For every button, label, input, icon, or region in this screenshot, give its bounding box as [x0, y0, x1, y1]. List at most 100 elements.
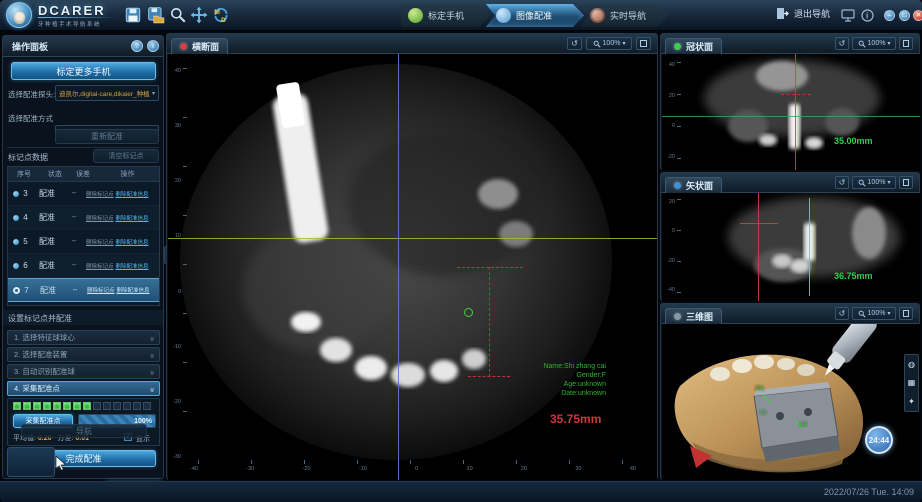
coronal-crosshair-vertical[interactable]	[795, 54, 796, 170]
minimize-button[interactable]: ‒	[884, 10, 895, 21]
re-register-button[interactable]: 重新配准	[55, 129, 159, 144]
delete-marker-link[interactable]: 删除标记点	[86, 238, 114, 246]
chevron-icon: »	[145, 388, 159, 392]
step-select-registration-device[interactable]: 2. 选择配准装置»	[7, 347, 160, 362]
coronal-view-panel: 冠状面 ↺ 100% ▾	[660, 33, 920, 170]
delete-registration-link[interactable]: 删除配准信息	[116, 190, 149, 198]
reset-view-icon[interactable]: ↺	[835, 37, 849, 50]
search-icon[interactable]	[169, 6, 187, 24]
table-row[interactable]: 4 配准 -- 删除标记点 删除配准信息	[8, 206, 159, 230]
table-row-selected[interactable]: 7 配准 -- 删除标记点 删除配准信息	[8, 278, 159, 302]
tab-image-registration[interactable]: 图像配准	[486, 4, 584, 27]
delete-registration-link[interactable]: 删除配准信息	[116, 262, 149, 270]
list-text: -10	[359, 466, 367, 472]
measurement-line-vertical[interactable]	[489, 267, 490, 377]
expand-view-icon[interactable]	[899, 37, 913, 50]
move-icon[interactable]	[190, 6, 208, 24]
countdown-value: 24:44	[869, 436, 889, 445]
target-point-marker[interactable]	[464, 308, 473, 317]
list-text: -20	[173, 399, 181, 405]
threed-title: 三维图	[686, 310, 713, 323]
markers-table: 序号 状态 误差 操作 3 配准 -- 删除标记点 删除配准信息 4 配准 --…	[7, 166, 160, 306]
reset-view-icon[interactable]: ↺	[567, 37, 582, 50]
marker-error: --	[62, 190, 86, 197]
expand-view-icon[interactable]	[899, 176, 913, 189]
step-collect-points[interactable]: 4. 采集配准点»	[7, 381, 160, 396]
image-layers-icon[interactable]: ▦	[908, 378, 916, 387]
reset-view-icon[interactable]: ↺	[835, 307, 849, 320]
sagittal-crosshair-vertical[interactable]	[758, 193, 759, 301]
layout-icon[interactable]	[636, 37, 651, 50]
threed-zoom-select[interactable]: 100% ▾	[852, 307, 896, 320]
method-select-label: 选择配准方式	[8, 113, 53, 124]
coronal-ct-canvas[interactable]: 35.00mm 40200-20	[662, 54, 920, 170]
tab-register-label: 图像配准	[516, 9, 552, 22]
sagittal-ct-image	[662, 193, 920, 301]
chevron-down-icon: ▾	[152, 90, 155, 97]
coronal-crosshair-horizontal[interactable]	[662, 116, 920, 117]
axial-crosshair-vertical[interactable]	[398, 54, 399, 480]
table-row[interactable]: 8 配准 -- 删除标记点 删除配准信息	[8, 302, 159, 306]
step-select-feature-ball[interactable]: 1. 选择特征球球心»	[7, 330, 160, 345]
save-icon[interactable]	[124, 6, 142, 24]
sagittal-ct-canvas[interactable]: 36.75mm 200-20-40	[662, 193, 920, 301]
monitor-icon[interactable]	[841, 9, 855, 22]
axial-horizontal-ruler-ticks	[198, 460, 628, 464]
list-text: 20	[175, 178, 181, 184]
maximize-button[interactable]: □	[899, 10, 910, 21]
exit-icon	[776, 7, 789, 20]
sagittal-ruler-ticks	[677, 199, 681, 293]
delete-registration-link[interactable]: 删除配准信息	[117, 286, 150, 294]
magnifier-icon	[593, 40, 601, 48]
sagittal-crosshair-horizontal[interactable]	[740, 223, 778, 224]
delete-marker-link[interactable]: 删除标记点	[86, 190, 114, 198]
clear-markers-button[interactable]: 清空标记点	[93, 149, 159, 163]
threed-canvas[interactable]: JB1 L1 L4 24:44 ◍ ▦ ✦	[662, 324, 920, 480]
delete-registration-link[interactable]: 删除配准信息	[116, 214, 149, 222]
tooth-view-icon[interactable]: ◍	[908, 360, 915, 369]
mouse-cursor	[55, 456, 66, 471]
close-button[interactable]: ✕	[913, 10, 922, 21]
marker-status-icon	[13, 287, 20, 294]
navigate-button[interactable]: 导航	[21, 424, 147, 438]
exit-navigation-button[interactable]: 退出导航	[776, 7, 830, 20]
probe-select-value: 迪凯尔,digital-care,dikaier_种植	[59, 88, 150, 98]
reset-view-icon[interactable]: ↺	[835, 176, 849, 189]
probe-select[interactable]: 迪凯尔,digital-care,dikaier_种植 ▾	[55, 85, 159, 101]
table-row[interactable]: 5 配准 -- 删除标记点 删除配准信息	[8, 230, 159, 254]
coronal-view-header: 冠状面 ↺ 100% ▾	[661, 34, 919, 54]
motion-track-icon[interactable]: ✦	[908, 397, 915, 406]
delete-marker-link[interactable]: 删除标记点	[86, 214, 114, 222]
axial-horizontal-ruler-labels: -40-30-20-10010203040	[190, 466, 636, 472]
delete-registration-link[interactable]: 删除配准信息	[116, 238, 149, 246]
delete-marker-link[interactable]: 删除标记点	[87, 286, 115, 294]
axial-crosshair-horizontal[interactable]	[168, 238, 657, 239]
axial-zoom-select[interactable]: 100% ▾	[586, 37, 632, 50]
patient-info: Name:Shi zhang caiGender:FAge:unknownDat…	[543, 362, 606, 398]
sagittal-zoom-select[interactable]: 100% ▾	[852, 176, 896, 189]
tab-calibrate-handpiece[interactable]: 标定手机	[398, 4, 490, 27]
measurement-line-end[interactable]	[468, 376, 510, 377]
info-icon[interactable]: i	[861, 9, 874, 22]
table-row[interactable]: 6 配准 -- 删除标记点 删除配准信息	[8, 254, 159, 278]
delete-marker-link[interactable]: 删除标记点	[86, 262, 114, 270]
measurement-line-horizontal[interactable]	[457, 267, 523, 268]
panel-help-icon[interactable]: ?	[131, 40, 143, 52]
table-row[interactable]: 3 配准 -- 删除标记点 删除配准信息	[8, 182, 159, 206]
sagittal-zoom-value: 100%	[868, 179, 886, 186]
tracker-error-tile[interactable]	[7, 447, 55, 477]
marker-id: 7	[20, 286, 33, 295]
marker-status: 配准	[32, 260, 62, 271]
axial-ct-canvas[interactable]: 35.75mm Name:Shi zhang caiGender:FAge:un…	[168, 54, 657, 480]
tab-realtime-navigation[interactable]: 实时导航	[580, 4, 668, 27]
calibrate-more-button[interactable]: 标定更多手机	[11, 62, 156, 80]
save-as-icon[interactable]	[147, 6, 165, 24]
col-index: 序号	[8, 169, 40, 179]
expand-view-icon[interactable]	[899, 307, 913, 320]
sync-md-icon[interactable]: MD	[212, 6, 230, 24]
coronal-zoom-select[interactable]: 100% ▾	[852, 37, 896, 50]
panel-pin-icon[interactable]: i	[147, 40, 159, 52]
marker-error: --	[63, 287, 87, 294]
step-auto-detect-balls[interactable]: 3. 自动识别配准球»	[7, 364, 160, 379]
sagittal-implant-axis-line[interactable]	[809, 198, 810, 296]
